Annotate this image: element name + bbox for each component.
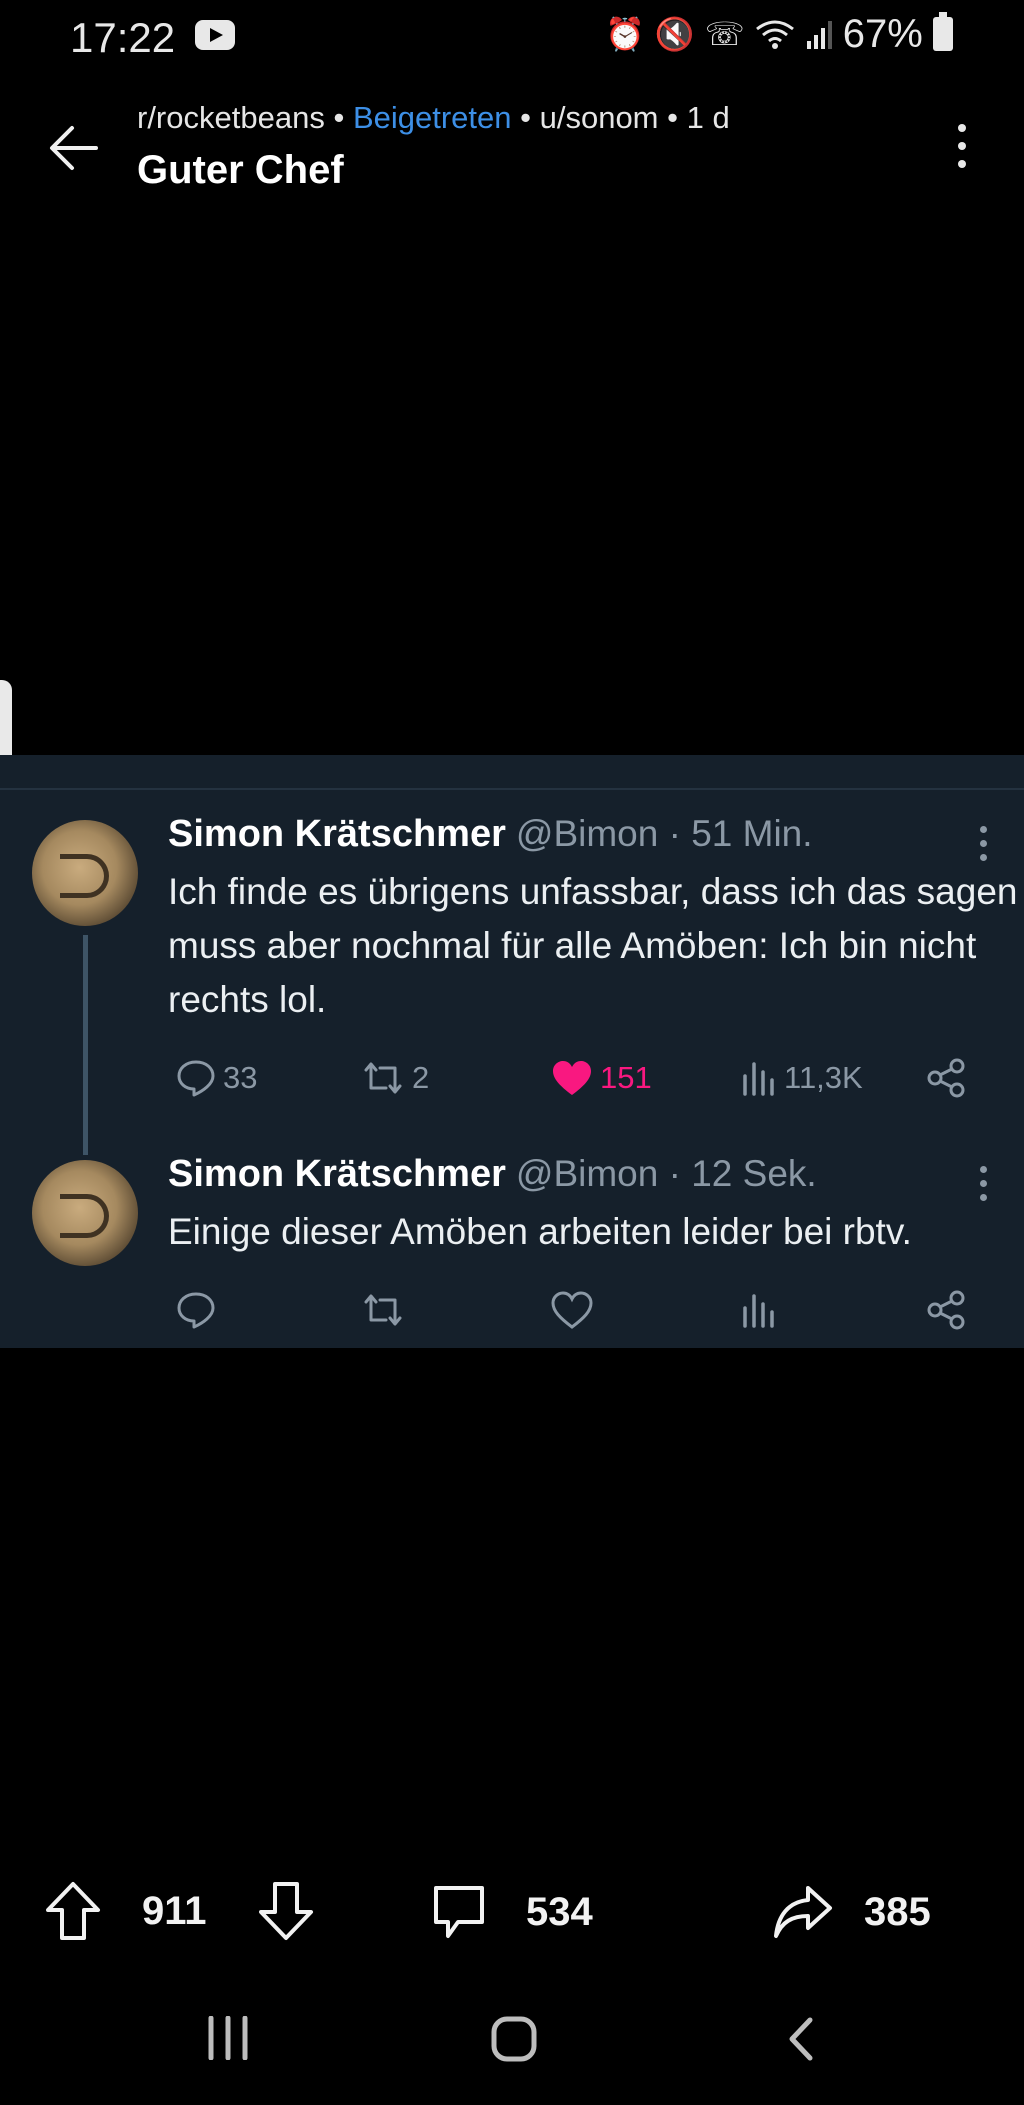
tweet-name: Simon Krätschmer	[168, 813, 506, 855]
battery-percentage: 67%	[842, 11, 923, 56]
reply-action: 33	[175, 1058, 257, 1098]
heart-filled-icon	[553, 1061, 591, 1095]
home-icon[interactable]	[490, 2015, 538, 2063]
analytics-icon	[743, 1062, 774, 1096]
avatar	[32, 820, 138, 926]
views-action: 11,3K	[740, 1058, 863, 1098]
tweet-text: Einige dieser Amöben arbeiten leider bei…	[168, 1211, 912, 1252]
joined-badge[interactable]: Beigetreten	[353, 100, 512, 135]
vote-count: 911	[142, 1888, 207, 1933]
divider	[0, 788, 1024, 790]
subreddit-link[interactable]: r/rocketbeans	[137, 100, 325, 135]
comment-icon	[434, 1886, 484, 1938]
mute-icon: 🔇	[654, 16, 695, 52]
analytics-icon	[743, 1294, 774, 1328]
retweet-icon	[364, 1062, 402, 1094]
back-arrow-icon[interactable]	[44, 118, 104, 178]
share-arrow-icon	[774, 1886, 832, 1938]
status-time: 17:22	[70, 14, 176, 61]
upvote-arrow-icon[interactable]	[44, 1880, 102, 1942]
retweet-count: 2	[412, 1060, 430, 1095]
share-icon	[927, 1290, 965, 1330]
tweet-name: Simon Krätschmer	[168, 1153, 506, 1195]
tweet-more-icon	[980, 826, 988, 868]
downvote-arrow-icon[interactable]	[257, 1880, 315, 1942]
like-count: 151	[600, 1060, 652, 1095]
retweet-action: 2	[360, 1058, 429, 1098]
share-count: 385	[864, 1889, 931, 1934]
like-action: 151	[550, 1058, 652, 1098]
recent-apps-icon[interactable]	[205, 2016, 251, 2060]
reply-count: 33	[223, 1060, 258, 1095]
wifi-icon	[755, 20, 794, 49]
back-nav-icon[interactable]	[786, 2016, 816, 2062]
status-icons: ⏰ 🔇 ☏ 67%	[605, 12, 953, 56]
vote-group: 911	[44, 1880, 315, 1942]
tweet-author: Simon Krätschmer @Bimon · 12 Sek.	[168, 1153, 817, 1196]
separator: •	[520, 100, 531, 135]
alarm-icon: ⏰	[605, 16, 645, 52]
tweet-more-icon	[980, 1166, 988, 1208]
battery-icon	[932, 12, 953, 51]
post-age: 1 d	[686, 100, 730, 135]
comment-count: 534	[526, 1889, 593, 1934]
tweet-text: Ich finde es übrigens unfassbar, dass ic…	[168, 871, 1018, 1020]
tweet-handle: @Bimon · 12 Sek.	[515, 1153, 817, 1194]
separator: •	[667, 100, 678, 135]
tweet-handle: @Bimon · 51 Min.	[515, 813, 813, 854]
reply-icon	[177, 1292, 215, 1329]
author-link[interactable]: u/sonom	[540, 100, 659, 135]
avatar	[32, 1160, 138, 1266]
tweet-author: Simon Krätschmer @Bimon · 51 Min.	[168, 813, 813, 856]
share-button[interactable]: 385	[772, 1882, 931, 1942]
more-options-icon[interactable]	[958, 124, 968, 178]
comments-button[interactable]: 534	[430, 1882, 593, 1942]
share-icon	[927, 1058, 965, 1098]
reply-icon	[177, 1060, 215, 1097]
post-title: Guter Chef	[137, 148, 344, 192]
view-count: 11,3K	[784, 1060, 863, 1095]
heart-outline-icon	[551, 1291, 593, 1329]
signal-icon	[806, 21, 832, 49]
separator: •	[333, 100, 345, 135]
retweet-icon	[364, 1294, 402, 1326]
youtube-notification-icon	[195, 20, 235, 50]
wifi-call-icon: ☏	[704, 16, 745, 52]
post-meta: r/rocketbeans • Beigetreten • u/sonom • …	[137, 100, 730, 136]
thread-line	[83, 935, 88, 1155]
